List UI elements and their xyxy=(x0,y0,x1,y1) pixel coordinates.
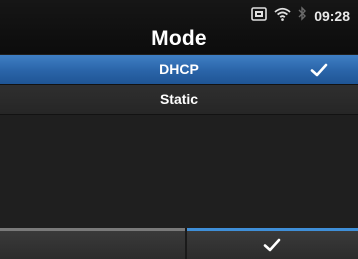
list-item-dhcp[interactable]: DHCP xyxy=(0,55,358,85)
sd-card-icon xyxy=(251,6,267,26)
status-bar: 09:28 xyxy=(251,6,350,26)
list-item-static[interactable]: Static xyxy=(0,85,358,115)
softkey-confirm[interactable] xyxy=(186,228,358,259)
list-item-label: Static xyxy=(159,91,199,107)
clock-time: 09:28 xyxy=(314,8,350,24)
mode-option-list: DHCP Static xyxy=(0,55,358,115)
bluetooth-icon xyxy=(298,6,307,26)
printer-screen: 09:28 Mode DHCP Static xyxy=(0,0,358,259)
header: 09:28 Mode xyxy=(0,0,358,54)
checkmark-icon xyxy=(310,63,328,77)
page-title: Mode xyxy=(151,27,207,50)
list-item-label: DHCP xyxy=(159,61,199,77)
wifi-icon xyxy=(274,7,291,26)
empty-list-area xyxy=(0,116,358,228)
softkey-bar xyxy=(0,228,358,259)
softkey-back[interactable] xyxy=(0,228,185,259)
checkmark-icon xyxy=(264,238,281,252)
